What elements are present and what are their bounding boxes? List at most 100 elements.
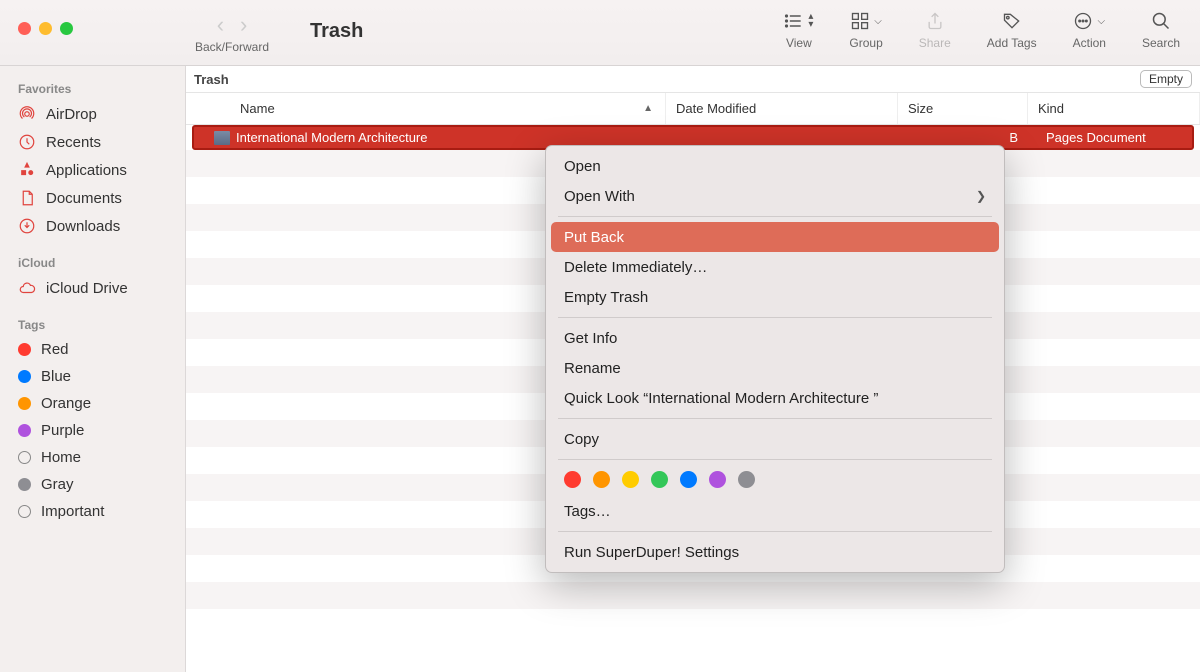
tag-color-swatch[interactable] bbox=[651, 471, 668, 488]
view-button[interactable]: ▴▾ View bbox=[784, 8, 813, 50]
sidebar-item-label: Applications bbox=[46, 162, 127, 179]
sidebar-item-label: Purple bbox=[41, 422, 84, 439]
more-icon bbox=[1073, 11, 1093, 31]
download-icon bbox=[18, 217, 36, 235]
chevron-right-icon: ❯ bbox=[976, 189, 986, 203]
sidebar-item-label: Home bbox=[41, 449, 81, 466]
column-size[interactable]: Size bbox=[898, 93, 1028, 124]
airdrop-icon bbox=[18, 105, 36, 123]
sidebar-item-airdrop[interactable]: AirDrop bbox=[0, 100, 185, 128]
icloud-header: iCloud bbox=[0, 250, 185, 274]
sidebar-item-label: Recents bbox=[46, 134, 101, 151]
ctx-tags[interactable]: Tags… bbox=[546, 496, 1004, 526]
search-icon bbox=[1151, 11, 1171, 31]
sidebar-tag-gray[interactable]: Gray bbox=[0, 471, 185, 498]
tag-dot-icon bbox=[18, 505, 31, 518]
tag-color-swatch[interactable] bbox=[738, 471, 755, 488]
tags-header: Tags bbox=[0, 312, 185, 336]
ctx-delete-immediately[interactable]: Delete Immediately… bbox=[546, 252, 1004, 282]
tag-dot-icon bbox=[18, 397, 31, 410]
sidebar-item-icloud-drive[interactable]: iCloud Drive bbox=[0, 274, 185, 302]
sidebar-tag-red[interactable]: Red bbox=[0, 336, 185, 363]
sidebar-tag-purple[interactable]: Purple bbox=[0, 417, 185, 444]
sidebar-tag-blue[interactable]: Blue bbox=[0, 363, 185, 390]
tag-dot-icon bbox=[18, 343, 31, 356]
favorites-header: Favorites bbox=[0, 76, 185, 100]
context-menu: Open Open With❯ Put Back Delete Immediat… bbox=[545, 145, 1005, 573]
file-size: B bbox=[906, 130, 1036, 145]
sidebar-item-label: Downloads bbox=[46, 218, 120, 235]
tag-color-swatch[interactable] bbox=[709, 471, 726, 488]
ctx-tag-colors bbox=[546, 465, 1004, 496]
close-window-button[interactable] bbox=[18, 22, 31, 35]
grid-icon bbox=[850, 11, 870, 31]
tag-dot-icon bbox=[18, 478, 31, 491]
action-button[interactable]: ⌵ Action bbox=[1073, 8, 1106, 50]
nav-back-forward: ‹ › Back/Forward bbox=[195, 12, 269, 54]
sidebar-tag-important[interactable]: Important bbox=[0, 498, 185, 525]
file-kind: Pages Document bbox=[1036, 130, 1192, 145]
sidebar-tag-home[interactable]: Home bbox=[0, 444, 185, 471]
sidebar-item-label: Red bbox=[41, 341, 69, 358]
ctx-separator bbox=[558, 418, 992, 419]
sidebar-item-label: Important bbox=[41, 503, 104, 520]
tag-color-swatch[interactable] bbox=[622, 471, 639, 488]
ctx-put-back[interactable]: Put Back bbox=[551, 222, 999, 252]
ctx-separator bbox=[558, 317, 992, 318]
sidebar-item-downloads[interactable]: Downloads bbox=[0, 212, 185, 240]
doc-icon bbox=[18, 189, 36, 207]
ctx-copy[interactable]: Copy bbox=[546, 424, 1004, 454]
ctx-open[interactable]: Open bbox=[546, 151, 1004, 181]
apps-icon bbox=[18, 161, 36, 179]
column-kind[interactable]: Kind bbox=[1028, 93, 1200, 124]
sidebar-item-label: Blue bbox=[41, 368, 71, 385]
document-icon bbox=[214, 131, 230, 145]
ctx-separator bbox=[558, 459, 992, 460]
sidebar-item-label: Gray bbox=[41, 476, 74, 493]
tag-dot-icon bbox=[18, 424, 31, 437]
ctx-rename[interactable]: Rename bbox=[546, 353, 1004, 383]
clock-icon bbox=[18, 133, 36, 151]
tag-icon bbox=[1002, 11, 1022, 31]
sidebar-item-label: AirDrop bbox=[46, 106, 97, 123]
ctx-separator bbox=[558, 531, 992, 532]
fullscreen-window-button[interactable] bbox=[60, 22, 73, 35]
minimize-window-button[interactable] bbox=[39, 22, 52, 35]
ctx-open-with[interactable]: Open With❯ bbox=[546, 181, 1004, 211]
sidebar-item-applications[interactable]: Applications bbox=[0, 156, 185, 184]
share-button[interactable]: Share bbox=[919, 8, 951, 50]
sidebar-item-label: iCloud Drive bbox=[46, 280, 128, 297]
sidebar-tag-orange[interactable]: Orange bbox=[0, 390, 185, 417]
add-tags-button[interactable]: Add Tags bbox=[987, 8, 1037, 50]
column-name[interactable]: Name▲ bbox=[186, 93, 666, 124]
tag-color-swatch[interactable] bbox=[593, 471, 610, 488]
tag-color-swatch[interactable] bbox=[564, 471, 581, 488]
window-controls bbox=[18, 22, 73, 35]
ctx-run-superduper[interactable]: Run SuperDuper! Settings bbox=[546, 537, 1004, 567]
path-location: Trash bbox=[194, 72, 229, 87]
sidebar: Favorites AirDrop Recents Applications Docu… bbox=[0, 66, 186, 672]
window-title: Trash bbox=[310, 20, 363, 43]
share-icon bbox=[925, 11, 945, 31]
sidebar-item-documents[interactable]: Documents bbox=[0, 184, 185, 212]
back-button[interactable]: ‹ bbox=[211, 12, 230, 38]
forward-button[interactable]: › bbox=[234, 12, 253, 38]
cloud-icon bbox=[18, 279, 36, 297]
empty-trash-button[interactable]: Empty bbox=[1140, 70, 1192, 88]
empty-row bbox=[186, 582, 1200, 609]
sidebar-item-recents[interactable]: Recents bbox=[0, 128, 185, 156]
tag-dot-icon bbox=[18, 451, 31, 464]
tag-color-swatch[interactable] bbox=[680, 471, 697, 488]
group-button[interactable]: ⌵ Group bbox=[849, 8, 882, 50]
ctx-quick-look[interactable]: Quick Look “International Modern Archite… bbox=[546, 383, 1004, 413]
column-date-modified[interactable]: Date Modified bbox=[666, 93, 898, 124]
search-button[interactable]: Search bbox=[1142, 8, 1180, 50]
column-headers: Name▲ Date Modified Size Kind bbox=[186, 93, 1200, 125]
ctx-get-info[interactable]: Get Info bbox=[546, 323, 1004, 353]
sort-ascending-icon: ▲ bbox=[643, 103, 653, 114]
ctx-separator bbox=[558, 216, 992, 217]
path-bar: Trash Empty bbox=[186, 66, 1200, 93]
toolbar-right: ▴▾ View ⌵ Group Share Add Tags ⌵ Action … bbox=[784, 8, 1180, 50]
ctx-empty-trash[interactable]: Empty Trash bbox=[546, 282, 1004, 312]
toolbar: ‹ › Back/Forward Trash ▴▾ View ⌵ Group S… bbox=[0, 0, 1200, 66]
